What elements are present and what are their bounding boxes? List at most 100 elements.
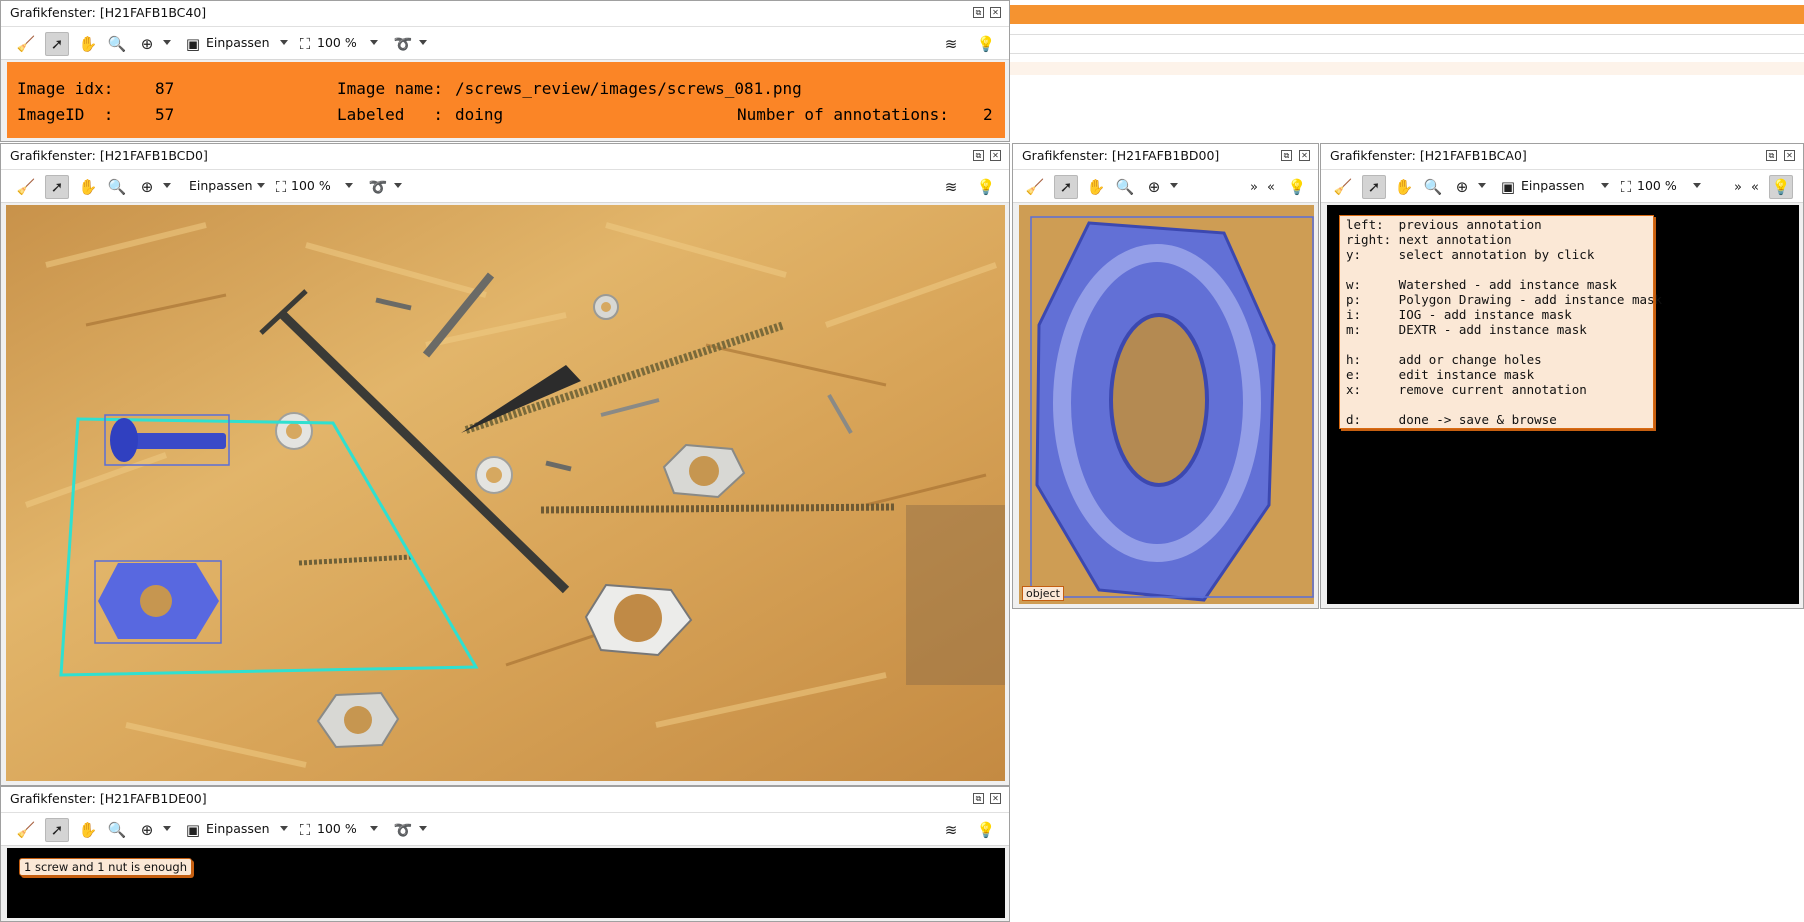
chevron-down-icon[interactable] [394,183,402,188]
broom-icon[interactable]: 🧹 [14,32,38,56]
chevron-down-icon[interactable] [1601,183,1609,188]
fit-select[interactable]: Einpassen [1521,178,1585,193]
zoom-percent-icon: ⛶ [299,821,311,839]
crop-canvas[interactable]: object [1019,205,1314,604]
broom-icon[interactable]: 🧹 [14,818,38,842]
lasso-icon[interactable]: ➰ [391,818,415,842]
collapse-icon[interactable]: « [1259,175,1283,199]
hand-icon[interactable]: ✋ [76,32,100,56]
lasso-icon[interactable]: ➰ [391,32,415,56]
chevron-down-icon[interactable] [280,826,288,831]
pointer-icon[interactable]: ➚ [45,32,69,56]
lasso-icon[interactable]: ➰ [366,175,390,199]
zoom-in-icon[interactable]: ⊕ [1450,175,1474,199]
window-titlebar: Grafikfenster: [H21FAFB1BC40] ⧉ ✕ [1,1,1009,27]
chevron-down-icon[interactable] [257,183,265,188]
broom-icon[interactable]: 🧹 [14,175,38,199]
hotkey-line: p: Polygon Drawing - add instance mask [1346,292,1663,307]
bg-strip-light [1010,62,1804,75]
zoom-select[interactable]: 100 % [317,821,357,836]
chevron-down-icon[interactable] [1693,183,1701,188]
pointer-icon[interactable]: ➚ [45,818,69,842]
lightbulb-icon[interactable]: 💡 [974,175,998,199]
pointer-icon[interactable]: ➚ [45,175,69,199]
toolbar: 🧹 ➚ ✋ 🔍 ⊕ ▣ Einpassen ⛶ 100 % ➰ ≋ 💡 [1,27,1009,60]
close-icon[interactable]: ✕ [990,793,1001,804]
chevron-down-icon[interactable] [280,40,288,45]
zoom-in-icon[interactable]: ⊕ [1142,175,1166,199]
pointer-icon[interactable]: ➚ [1054,175,1078,199]
zoom-select[interactable]: 100 % [291,178,331,193]
collapse-icon[interactable]: « [1743,175,1767,199]
magnifier-icon[interactable]: 🔍 [1113,175,1137,199]
nut-hole [689,456,719,486]
magnifier-icon[interactable]: 🔍 [105,175,129,199]
zoom-in-icon[interactable]: ⊕ [135,175,159,199]
screws-image [6,205,1005,781]
close-icon[interactable]: ✕ [1784,150,1795,161]
message-canvas: 1 screw and 1 nut is enough [7,848,1005,918]
crop-image [1019,205,1314,604]
zoom-percent-icon: ⛶ [275,178,287,196]
nut-hole [1109,313,1209,487]
zoom-select[interactable]: 100 % [1637,178,1677,193]
close-icon[interactable]: ✕ [1299,150,1310,161]
annotations-count-value: 2 [983,105,993,124]
restore-icon[interactable]: ⧉ [1766,150,1777,161]
bg-strip-orange [1010,5,1804,24]
layers-icon[interactable]: ≋ [939,32,963,56]
magnifier-icon[interactable]: 🔍 [105,818,129,842]
zoom-in-icon[interactable]: ⊕ [135,818,159,842]
toolbar: 🧹 ➚ ✋ 🔍 ⊕ ▣ Einpassen ⛶ 100 % » « 💡 [1321,170,1803,203]
broom-icon[interactable]: 🧹 [1023,175,1047,199]
fit-select[interactable]: Einpassen [206,35,270,50]
hand-icon[interactable]: ✋ [76,175,100,199]
graphics-window-main: Grafikfenster: [H21FAFB1BCD0] ⧉ ✕ 🧹 ➚ ✋ … [0,143,1010,786]
layers-icon[interactable]: ≋ [939,175,963,199]
lightbulb-icon[interactable]: 💡 [974,32,998,56]
washer-hole [601,302,611,312]
lightbulb-icon[interactable]: 💡 [1285,175,1309,199]
pointer-icon[interactable]: ➚ [1362,175,1386,199]
restore-icon[interactable]: ⧉ [973,793,984,804]
layers-icon[interactable]: ≋ [939,818,963,842]
image-canvas[interactable] [6,205,1005,781]
magnifier-icon[interactable]: 🔍 [1421,175,1445,199]
hand-icon[interactable]: ✋ [1392,175,1416,199]
restore-icon[interactable]: ⧉ [973,150,984,161]
restore-icon[interactable]: ⧉ [973,7,984,18]
magnifier-icon[interactable]: 🔍 [105,32,129,56]
chevron-down-icon[interactable] [370,826,378,831]
chevron-down-icon[interactable] [419,40,427,45]
broom-icon[interactable]: 🧹 [1331,175,1355,199]
close-icon[interactable]: ✕ [990,150,1001,161]
hand-icon[interactable]: ✋ [76,818,100,842]
chevron-down-icon[interactable] [1478,183,1486,188]
bg-strip-gray [1010,34,1804,54]
chevron-down-icon[interactable] [163,40,171,45]
fit-icon: ▣ [185,35,201,53]
zoom-in-icon[interactable]: ⊕ [135,32,159,56]
chevron-down-icon[interactable] [419,826,427,831]
osb-board [6,205,1005,781]
toolbar: 🧹 ➚ ✋ 🔍 ⊕ » « 💡 [1013,170,1318,203]
hotkey-line: left: previous annotation [1346,217,1542,232]
lightbulb-icon[interactable]: 💡 [974,818,998,842]
chevron-down-icon[interactable] [1170,183,1178,188]
fit-select[interactable]: Einpassen [189,178,253,193]
restore-icon[interactable]: ⧉ [1281,150,1292,161]
close-icon[interactable]: ✕ [990,7,1001,18]
lightbulb-icon[interactable]: 💡 [1769,175,1793,199]
image-id-value: 57 [155,105,175,124]
chevron-down-icon[interactable] [370,40,378,45]
window-title: Grafikfenster: [H21FAFB1DE00] [10,791,207,806]
hand-icon[interactable]: ✋ [1084,175,1108,199]
window-titlebar: Grafikfenster: [H21FAFB1BCA0] ⧉ ✕ [1321,144,1803,170]
chevron-down-icon[interactable] [345,183,353,188]
chevron-down-icon[interactable] [163,826,171,831]
zoom-percent-icon: ⛶ [299,35,311,53]
washer-hole [486,467,502,483]
zoom-select[interactable]: 100 % [317,35,357,50]
chevron-down-icon[interactable] [163,183,171,188]
fit-select[interactable]: Einpassen [206,821,270,836]
